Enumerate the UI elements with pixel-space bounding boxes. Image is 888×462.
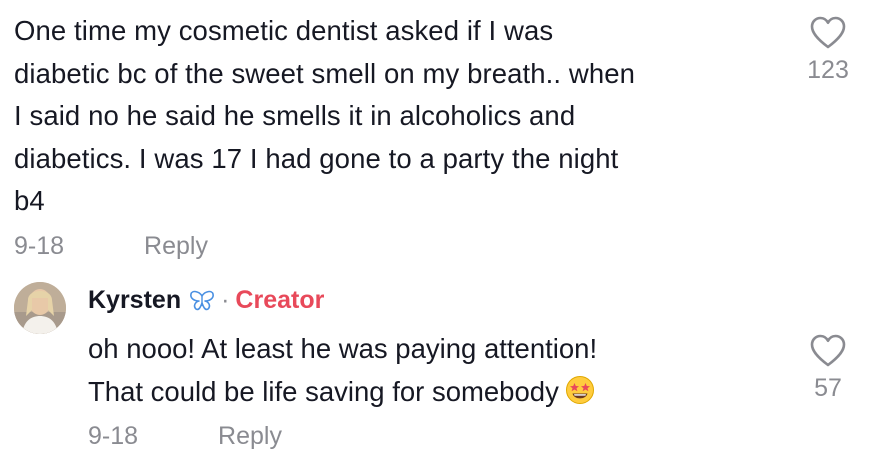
reply-text-line: That could be life saving for somebody [88,371,728,414]
reply-text-line: oh nooo! At least he was paying attentio… [88,333,598,364]
comment-text-line: I said no he said he smells it in alcoho… [14,100,576,131]
comment-text-line: diabetics. I was 17 I had gone to a part… [14,142,619,174]
avatar[interactable] [14,282,66,334]
comment-meta: 9-18 Reply [14,232,208,261]
reply-text-line-content: That could be life saving for somebody [88,375,559,407]
star-struck-emoji-icon [565,375,594,404]
comment-text-line: One time my cosmetic dentist asked if I … [14,15,554,46]
separator-dot: · [221,286,230,314]
comment-item: One time my cosmetic dentist asked if I … [0,0,888,270]
username[interactable]: Kyrsten [88,286,181,315]
reply-text: oh nooo! At least he was paying attentio… [88,328,728,413]
reply-header: Kyrsten · Creator [88,286,324,315]
comment-text: One time my cosmetic dentist asked if I … [14,10,774,223]
comment-text-line: b4 [14,185,45,216]
like-area: 57 [793,334,863,403]
comment-date: 9-18 [14,232,65,260]
reply-comment-item: Kyrsten · Creator oh nooo! At least he w… [0,270,888,462]
reply-button[interactable]: Reply [144,232,208,261]
comment-text-line: diabetic bc of the sweet smell on my bre… [14,57,636,89]
butterfly-icon [190,290,215,310]
like-count: 57 [814,374,842,402]
heart-outline-icon[interactable] [810,334,846,368]
creator-badge: Creator [235,286,325,314]
reply-date: 9-18 [88,422,139,450]
reply-button[interactable]: Reply [218,422,282,451]
like-count: 123 [807,56,849,84]
reply-meta: 9-18 Reply [88,422,282,451]
avatar-image [14,282,66,334]
heart-outline-icon[interactable] [810,16,846,50]
like-area: 123 [793,16,863,85]
